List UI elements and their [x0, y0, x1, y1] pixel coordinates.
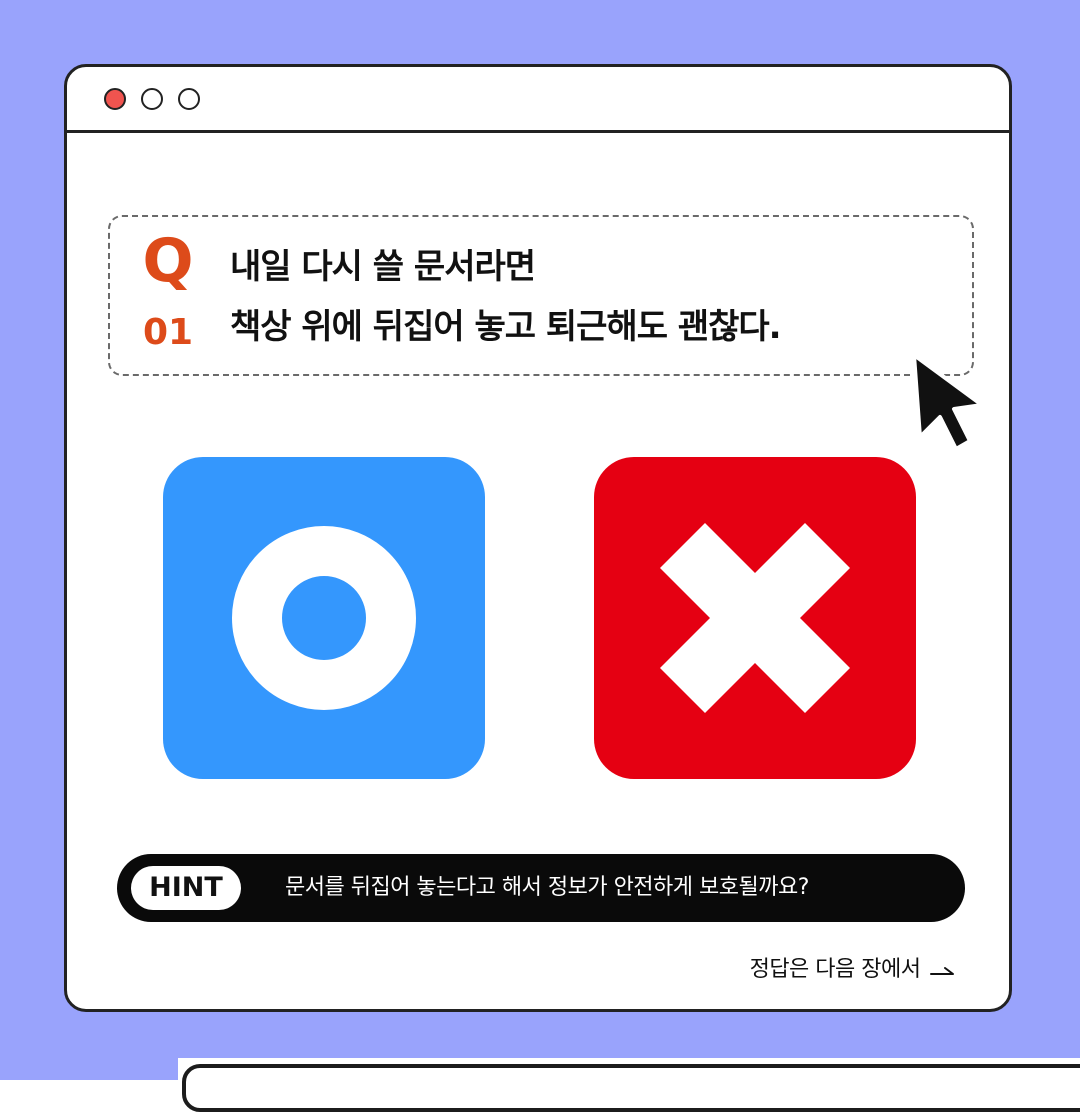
question-line-1: 내일 다시 쓸 문서라면: [230, 247, 536, 287]
hint-label: HINT: [131, 866, 241, 910]
minimize-dot[interactable]: [141, 88, 163, 110]
hint-bar: HINT 문서를 뒤집어 놓는다고 해서 정보가 안전하게 보호될까요?: [117, 854, 965, 922]
circle-o-icon: [232, 526, 416, 710]
x-answer-button[interactable]: [594, 457, 916, 779]
question-line-2: 책상 위에 뒤집어 놓고 퇴근해도 괜찮다.: [230, 307, 782, 347]
question-label: Q: [142, 226, 194, 296]
cross-x-icon: [660, 523, 850, 713]
question-box: Q 01 내일 다시 쓸 문서라면 책상 위에 뒤집어 놓고 퇴근해도 괜찮다.: [108, 215, 974, 376]
o-answer-button[interactable]: [163, 457, 485, 779]
question-number: 01: [142, 312, 194, 353]
arrow-right-icon: [930, 967, 954, 975]
next-page-link[interactable]: 정답은 다음 장에서: [750, 955, 957, 985]
maximize-dot[interactable]: [178, 88, 200, 110]
hint-text: 문서를 뒤집어 놓는다고 해서 정보가 안전하게 보호될까요?: [285, 875, 809, 900]
next-page-text: 정답은 다음 장에서: [749, 957, 921, 982]
mouse-pointer-icon: [912, 353, 984, 451]
quiz-window: Q 01 내일 다시 쓸 문서라면 책상 위에 뒤집어 놓고 퇴근해도 괜찮다.…: [64, 64, 1012, 1012]
next-card-frame: [182, 1064, 1080, 1112]
window-titlebar: [67, 67, 1009, 133]
close-dot[interactable]: [104, 88, 126, 110]
